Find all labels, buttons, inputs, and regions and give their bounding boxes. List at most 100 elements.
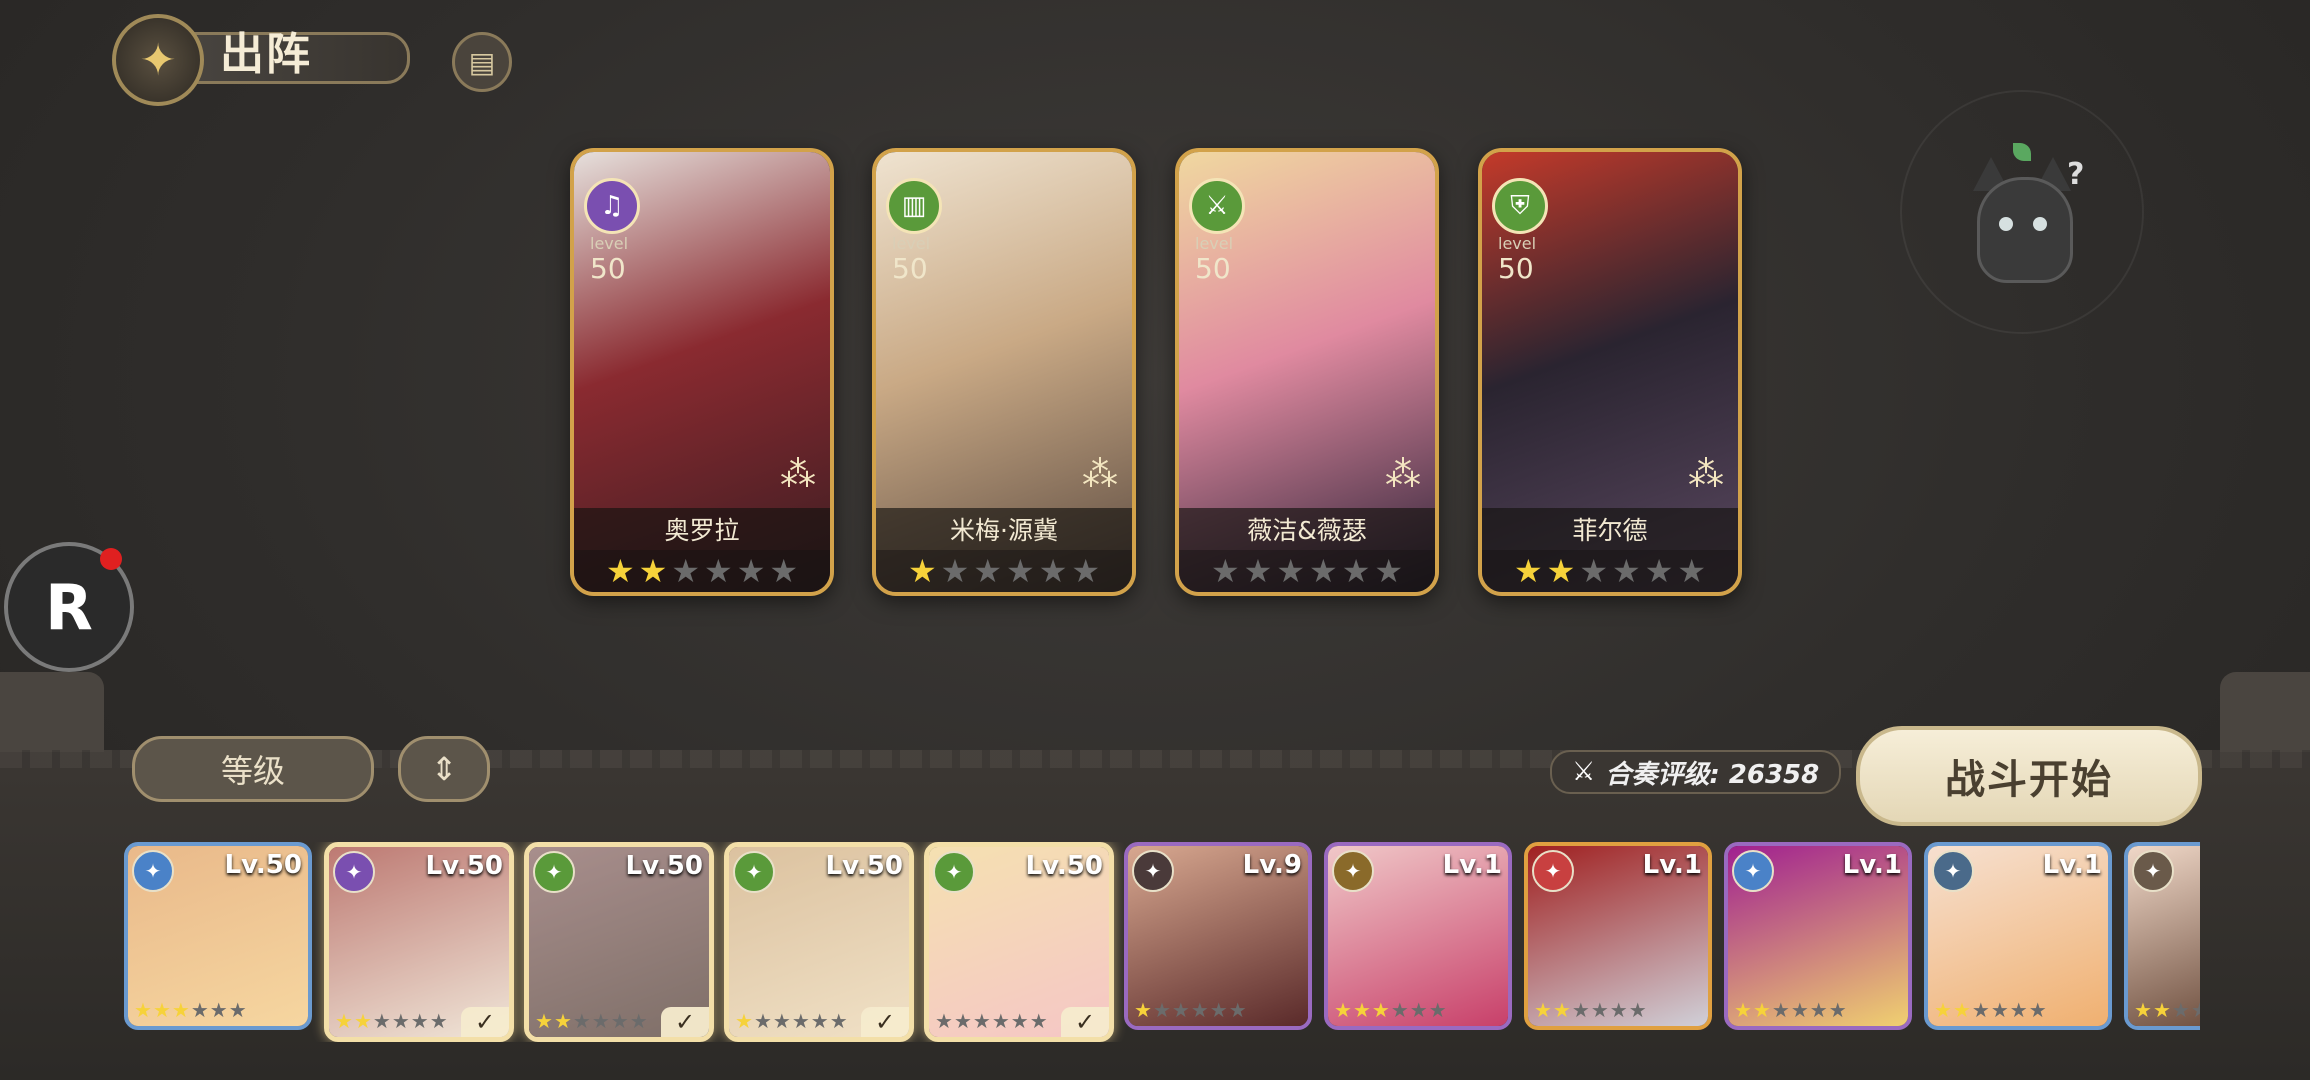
star-icon: ★ [1552,998,1572,1022]
info-button[interactable]: ▤ [452,32,512,92]
star-icon: ★ [1513,552,1543,590]
hero-name: 薇洁&薇瑟 [1179,508,1435,550]
roster-character-slot[interactable]: ✦ Lv.1 ★★★★★★ [1324,842,1512,1030]
star-icon: ★ [1152,998,1172,1022]
rail-post-right [2220,672,2310,752]
star-icon: ★ [1010,1009,1030,1033]
star-icon: ★ [2171,998,2191,1022]
star-icon: ★ [171,998,191,1022]
star-rating: ★★★★★★ [1534,998,1648,1022]
star-icon: ★ [973,552,1002,590]
level-label: level [1498,234,1537,253]
star-icon: ★ [152,998,172,1022]
star-icon: ★ [735,1009,754,1033]
roster-character-slot[interactable]: ✦ Lv.50 ★★★★★★ ✓ [324,842,514,1042]
roster-character-slot[interactable]: ✦ Lv.1 ★★★★★★ [1524,842,1712,1030]
star-icon: ★ [1209,998,1229,1022]
roster-character-slot[interactable]: ✦ Lv.50 ★★★★★★ ✓ [924,842,1114,1042]
star-icon: ★ [791,1009,811,1033]
roster-character-slot[interactable]: ✦ Lv.1 ★★★★★★ [1724,842,1912,1030]
star-rating: ★★★★★★ [1134,998,1248,1022]
page-title: 出阵 [220,29,312,80]
star-icon: ★ [671,552,700,590]
star-rating: ★★★★★★ [935,1009,1049,1033]
star-icon: ★ [1352,998,1372,1022]
star-icon: ★ [907,552,937,590]
r-assistant-button[interactable]: R [4,542,134,672]
star-icon: ★ [228,998,248,1022]
character-level: Lv.50 [224,850,302,880]
star-icon: ★ [410,1009,430,1033]
class-icon: ✦ [1132,850,1174,892]
star-icon: ★ [610,1009,630,1033]
character-level: Lv.1 [1842,850,1902,880]
character-level: Lv.50 [625,851,703,881]
class-icon: ✦ [2132,850,2174,892]
star-icon: ★ [772,1009,792,1033]
mascot-helper[interactable]: ? [1900,90,2144,334]
deployed-hero-card[interactable]: ⚔ level 50 ⁂ 薇洁&薇瑟 ★ ★ ★ ★ ★ ★ [1175,148,1439,596]
sort-by-level-button[interactable]: 等级 [132,736,374,802]
level-label: level [590,234,629,253]
star-icon: ★ [1971,998,1991,1022]
crossed-swords-icon: ⚔ [1572,757,1596,787]
book-icon: ▥ [886,178,942,234]
star-icon: ★ [1934,998,1953,1022]
star-icon: ★ [1276,552,1305,590]
character-level: Lv.50 [825,851,903,881]
star-icon: ★ [1579,552,1608,590]
roster-character-slot[interactable]: ✦ Lv.50 ★★★★★★ ✓ [724,842,914,1042]
check-icon: ✓ [1061,1007,1109,1037]
star-icon: ★ [335,1009,354,1033]
roster-character-slot[interactable]: ✦ Lv.9 ★★★★★★ [1124,842,1312,1030]
shield-icon: ⛨ [1492,178,1548,234]
star-rating: ★★★★★★ [2134,998,2200,1022]
star-icon: ★ [935,1009,954,1033]
class-icon: ✦ [533,851,575,893]
star-icon: ★ [1809,998,1829,1022]
check-icon: ✓ [661,1007,709,1037]
character-level: Lv.1 [1442,850,1502,880]
class-icon: ✦ [1932,850,1974,892]
star-icon: ★ [736,552,766,590]
roster-character-slot[interactable]: ✦ ★★★★★★ [2124,842,2200,1030]
class-icon: ✦ [333,851,375,893]
star-icon: ★ [1228,998,1248,1022]
roster-character-slot[interactable]: ✦ Lv.1 ★★★★★★ [1924,842,2112,1030]
hero-name: 奥罗拉 [574,508,830,550]
sword-emblem-icon: ✦ [112,14,204,106]
star-icon: ★ [829,1009,849,1033]
star-icon: ★ [2028,998,2048,1022]
hero-name: 米梅·源冀 [876,508,1132,550]
level-label: level [892,234,931,253]
deployed-hero-card[interactable]: ▥ level 50 ⁂ 米梅·源冀 ★ ★ ★ ★ ★ ★ [872,148,1136,596]
star-icon: ★ [1677,552,1707,590]
star-rating: ★★★★★★ [1934,998,2048,1022]
star-icon: ★ [1341,552,1371,590]
star-icon: ★ [810,1009,830,1033]
star-rating: ★★★★★★ [876,550,1132,592]
star-icon: ★ [605,552,635,590]
class-icon: ✦ [1732,850,1774,892]
star-icon: ★ [972,1009,992,1033]
star-icon: ★ [1243,552,1273,590]
star-rating: ★★★★★★ [134,998,248,1022]
deployed-hero-card[interactable]: ♫ level 50 ⁂ 奥罗拉 ★ ★ ★ ★ ★ ★ [570,148,834,596]
star-icon: ★ [1374,552,1404,590]
roster-character-slot[interactable]: ✦ Lv.50 ★★★★★★ ✓ [524,842,714,1042]
star-icon: ★ [1071,552,1101,590]
class-icon: ✦ [1532,850,1574,892]
star-icon: ★ [190,998,210,1022]
star-icon: ★ [1752,998,1772,1022]
roster-character-slot[interactable]: ✦ Lv.50 ★★★★★★ [124,842,312,1030]
star-icon: ★ [2134,998,2153,1022]
class-icon: ✦ [132,850,174,892]
deployed-hero-card[interactable]: ⛨ level 50 ⁂ 菲尔德 ★ ★ ★ ★ ★ ★ [1478,148,1742,596]
sort-order-button[interactable]: ⇕ [398,736,490,802]
team-link-icon: ⁂ [1385,454,1421,495]
start-battle-button[interactable]: 战斗开始 [1856,726,2202,826]
star-icon: ★ [2191,998,2200,1022]
star-icon: ★ [704,552,733,590]
star-icon: ★ [429,1009,449,1033]
star-icon: ★ [1334,998,1353,1022]
